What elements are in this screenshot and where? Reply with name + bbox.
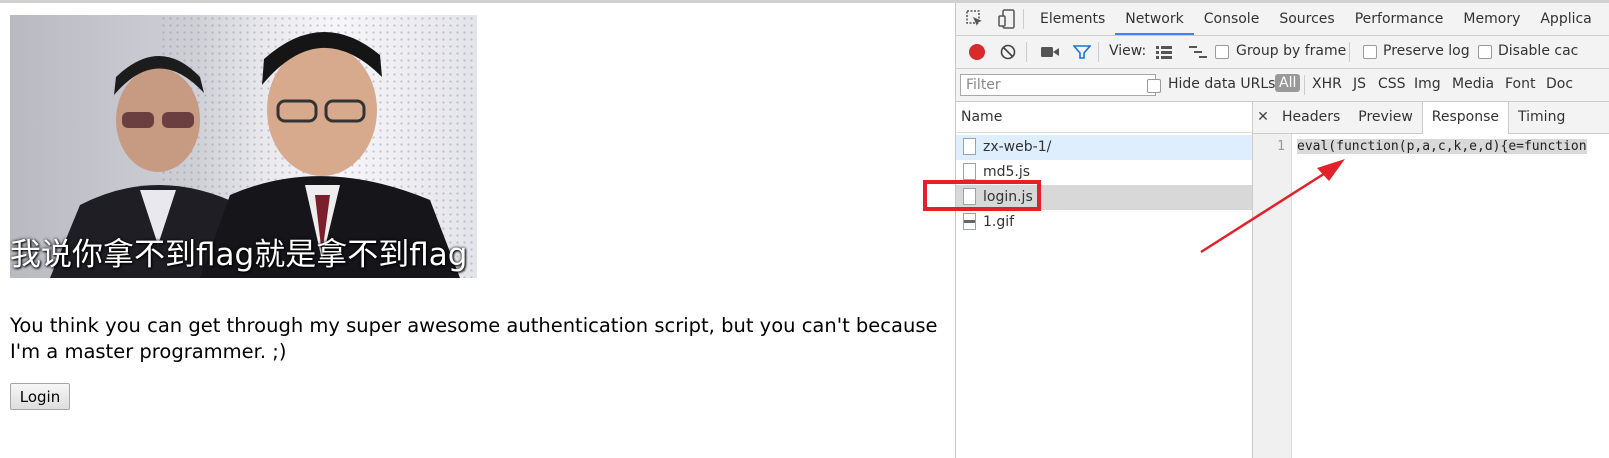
request-name: zx-web-1/: [983, 139, 1052, 155]
close-icon[interactable]: ✕: [1253, 102, 1273, 133]
image-file-icon: [963, 213, 976, 230]
filter-type-all[interactable]: All: [1275, 74, 1301, 92]
group-by-frame-label: Group by frame: [1236, 43, 1347, 59]
filter-type-media[interactable]: Media: [1452, 76, 1494, 92]
preserve-log-checkbox[interactable]: [1363, 45, 1377, 59]
tab-preview[interactable]: Preview: [1349, 102, 1422, 133]
tab-console[interactable]: Console: [1194, 3, 1270, 35]
detail-tabs: ✕ Headers Preview Response Timing: [1253, 102, 1609, 134]
tab-application[interactable]: Applica: [1530, 3, 1601, 35]
filter-type-xhr[interactable]: XHR: [1312, 76, 1342, 92]
request-row[interactable]: md5.js: [956, 160, 1252, 185]
line-number-gutter: 1: [1253, 134, 1292, 458]
tab-network[interactable]: Network: [1115, 3, 1194, 35]
filter-type-js[interactable]: JS: [1353, 76, 1366, 92]
group-by-frame-checkbox[interactable]: [1215, 45, 1229, 59]
view-label: View:: [1109, 43, 1147, 59]
web-page: 我说你拿不到flag就是拿不到flag You think you can ge…: [0, 3, 955, 458]
auth-message: You think you can get through my super a…: [10, 314, 938, 363]
devtools-tabs: Elements Network Console Sources Perform…: [1030, 3, 1602, 35]
filter-input[interactable]: [960, 74, 1156, 96]
tab-elements[interactable]: Elements: [1030, 3, 1115, 35]
name-column-header[interactable]: Name: [956, 102, 1252, 133]
meme-gif: 我说你拿不到flag就是拿不到flag: [10, 15, 477, 278]
hide-data-urls-checkbox[interactable]: [1147, 79, 1161, 93]
device-toolbar-icon[interactable]: [997, 9, 1017, 29]
response-code[interactable]: eval(function(p,a,c,k,e,d){e=function: [1297, 139, 1587, 154]
devtools-panel: Elements Network Console Sources Perform…: [955, 3, 1609, 458]
disable-cache-checkbox[interactable]: [1478, 45, 1492, 59]
filter-type-doc[interactable]: Doc: [1546, 76, 1573, 92]
filter-type-css[interactable]: CSS: [1378, 76, 1406, 92]
preserve-log-label: Preserve log: [1383, 43, 1470, 59]
document-icon: [963, 138, 976, 155]
script-file-icon: [963, 188, 976, 205]
filter-type-img[interactable]: Img: [1414, 76, 1441, 92]
disable-cache-label: Disable cac: [1498, 43, 1579, 59]
inspect-element-icon[interactable]: [965, 9, 985, 29]
filter-type-font[interactable]: Font: [1505, 76, 1535, 92]
large-request-rows-icon[interactable]: [1155, 45, 1173, 59]
request-list: Name zx-web-1/ md5.js login.js 1.gif: [956, 102, 1253, 458]
request-detail-pane: ✕ Headers Preview Response Timing 1 eval…: [1253, 102, 1609, 458]
tab-response[interactable]: Response: [1421, 102, 1510, 134]
record-icon[interactable]: [969, 44, 985, 60]
tab-timing[interactable]: Timing: [1509, 102, 1574, 133]
filter-bar: Hide data URLs All XHR JS CSS Img Media …: [956, 69, 1609, 102]
tab-sources[interactable]: Sources: [1269, 3, 1344, 35]
meme-caption: 我说你拿不到flag就是拿不到flag: [10, 237, 468, 273]
request-name: login.js: [983, 189, 1033, 205]
network-toolbar: View: Group by frame Preserve log Disabl…: [956, 36, 1609, 69]
request-name: md5.js: [983, 164, 1031, 180]
tab-performance[interactable]: Performance: [1345, 3, 1454, 35]
filter-icon[interactable]: [1073, 44, 1091, 60]
devtools-tabbar: Elements Network Console Sources Perform…: [956, 3, 1609, 36]
clear-icon[interactable]: [1000, 44, 1016, 60]
capture-screenshots-icon[interactable]: [1040, 45, 1060, 59]
waterfall-overview-icon[interactable]: [1188, 45, 1208, 59]
request-row-selected[interactable]: login.js: [956, 185, 1252, 210]
request-name: 1.gif: [983, 214, 1015, 230]
request-row[interactable]: 1.gif: [956, 210, 1252, 235]
script-file-icon: [963, 163, 976, 180]
login-button[interactable]: Login: [10, 383, 70, 410]
line-number: 1: [1277, 139, 1285, 154]
tab-memory[interactable]: Memory: [1453, 3, 1530, 35]
request-row[interactable]: zx-web-1/: [956, 135, 1252, 160]
tab-headers[interactable]: Headers: [1273, 102, 1349, 133]
hide-data-urls-label: Hide data URLs: [1168, 76, 1276, 92]
